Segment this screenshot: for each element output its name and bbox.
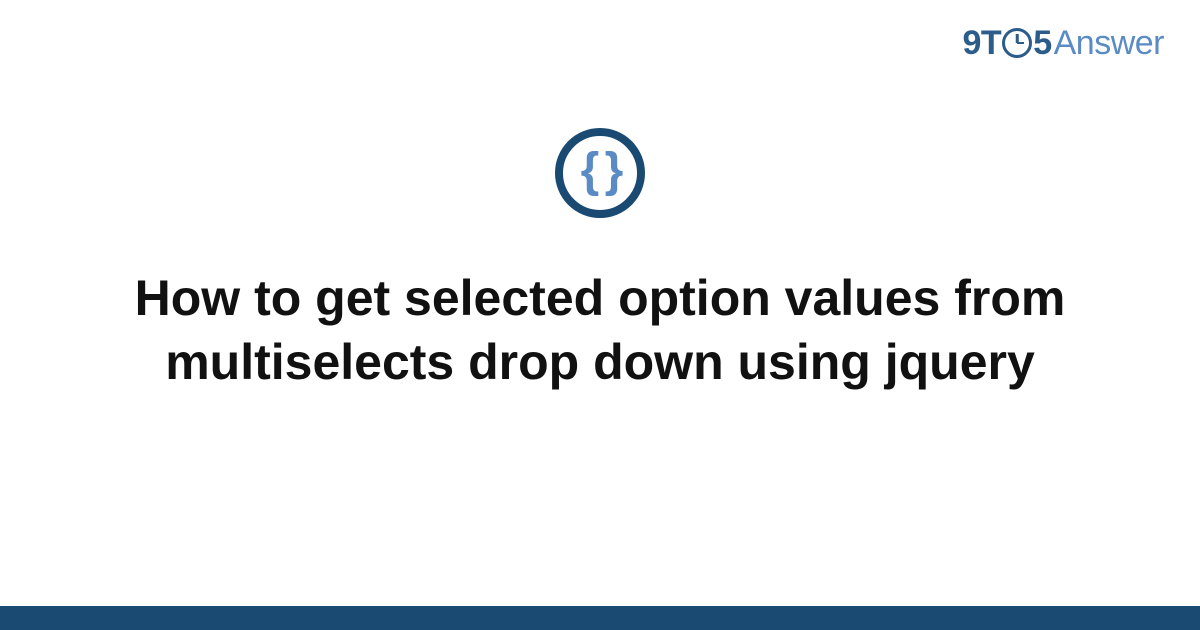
main-content: { } How to get selected option values fr… — [0, 128, 1200, 394]
category-icon-circle: { } — [555, 128, 645, 218]
code-braces-icon: { } — [581, 147, 620, 195]
site-logo: 9 T 5 Answer — [963, 24, 1165, 63]
footer-bar — [0, 606, 1200, 630]
logo-five: 5 — [1033, 24, 1051, 63]
clock-icon — [1002, 28, 1032, 58]
logo-answer: Answer — [1054, 24, 1164, 63]
logo-nine: 9 — [963, 24, 981, 63]
logo-t: T — [981, 24, 1001, 63]
question-title: How to get selected option values from m… — [70, 266, 1130, 394]
